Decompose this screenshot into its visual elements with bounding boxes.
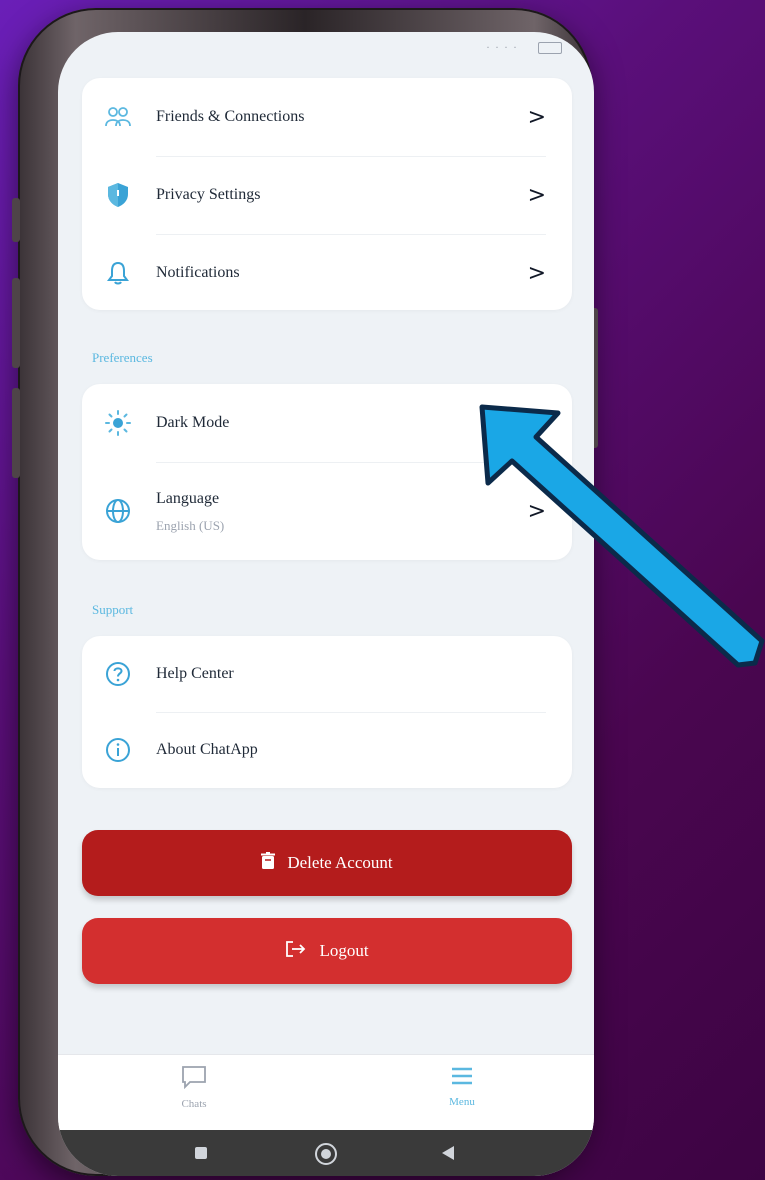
privacy-settings-label: Privacy Settings	[156, 186, 261, 203]
bottom-navigation: Chats Menu	[58, 1054, 594, 1131]
home-icon[interactable]	[314, 1142, 338, 1171]
volume-button	[12, 198, 20, 242]
friends-connections-item[interactable]: Friends & Connections >	[82, 78, 572, 156]
shield-icon	[104, 181, 132, 209]
dark-mode-label: Dark Mode	[156, 414, 230, 431]
notifications-label: Notifications	[156, 264, 240, 281]
chevron-right-icon: >	[527, 104, 546, 130]
sun-icon	[104, 409, 132, 437]
preferences-section-label: Preferences	[92, 350, 153, 365]
chevron-right-icon: >	[527, 260, 546, 286]
language-value: English (US)	[156, 518, 225, 533]
about-item[interactable]: About ChatApp	[82, 712, 572, 788]
info-icon	[104, 736, 132, 764]
system-navigation-bar	[58, 1130, 594, 1176]
status-time: · · · ·	[486, 40, 518, 54]
back-icon[interactable]	[440, 1145, 456, 1166]
support-section-label: Support	[92, 602, 134, 617]
volume-up-button	[12, 278, 20, 368]
account-settings-card: Friends & Connections > Privacy Settings…	[82, 78, 572, 310]
privacy-settings-item[interactable]: Privacy Settings >	[82, 156, 572, 234]
annotation-arrow	[479, 404, 765, 668]
help-icon	[104, 660, 132, 688]
logout-icon	[285, 940, 307, 963]
language-label: Language	[156, 490, 220, 507]
help-center-label: Help Center	[156, 665, 234, 682]
chevron-right-icon: >	[527, 182, 546, 208]
logout-label: Logout	[319, 941, 369, 960]
trash-icon	[261, 851, 276, 875]
nav-menu-label: Menu	[449, 1096, 475, 1108]
about-label: About ChatApp	[156, 741, 258, 758]
delete-account-button[interactable]: Delete Account	[82, 830, 572, 896]
notifications-item[interactable]: Notifications >	[82, 234, 572, 312]
delete-account-label: Delete Account	[287, 853, 393, 872]
battery-icon	[538, 42, 562, 54]
friends-connections-label: Friends & Connections	[156, 108, 305, 125]
nav-chats-label: Chats	[181, 1098, 207, 1110]
status-bar: · · · ·	[58, 32, 594, 72]
recent-apps-icon[interactable]	[194, 1146, 208, 1165]
menu-icon	[449, 1067, 475, 1090]
friends-icon	[104, 103, 132, 131]
chat-icon	[181, 1066, 207, 1092]
logout-button[interactable]: Logout	[82, 918, 572, 984]
volume-down-button	[12, 388, 20, 478]
nav-chats[interactable]: Chats	[154, 1065, 234, 1110]
globe-icon	[104, 497, 132, 525]
nav-menu[interactable]: Menu	[422, 1065, 502, 1108]
bell-icon	[104, 259, 132, 287]
